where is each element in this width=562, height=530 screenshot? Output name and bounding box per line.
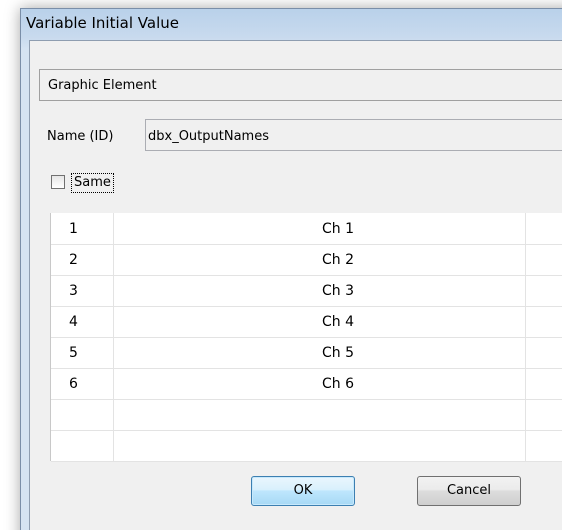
row-value-cell[interactable]: Ch 3: [133, 283, 543, 299]
table-row[interactable]: 2 Ch 2: [51, 244, 562, 276]
table-row[interactable]: 1 Ch 1: [51, 213, 562, 245]
row-index-cell: 5: [69, 345, 78, 361]
row-value-cell[interactable]: Ch 2: [133, 252, 543, 268]
dialog-window: Variable Initial Value Graphic Element N…: [20, 8, 562, 530]
title-bar[interactable]: Variable Initial Value: [21, 9, 562, 39]
values-grid: 1 Ch 1 2 Ch 2 3 Ch 3 4 Ch 4 5 Ch 5 6 Ch 6: [50, 213, 562, 462]
window-title: Variable Initial Value: [26, 14, 179, 32]
name-id-value: dbx_OutputNames: [148, 129, 269, 144]
table-row[interactable]: 5 Ch 5: [51, 337, 562, 369]
same-checkbox[interactable]: [51, 175, 65, 189]
row-value-cell[interactable]: Ch 4: [133, 314, 543, 330]
table-row[interactable]: 6 Ch 6: [51, 368, 562, 400]
group-label: Graphic Element: [48, 78, 157, 93]
row-value-cell[interactable]: Ch 1: [133, 221, 543, 237]
dialog-client-area: Graphic Element Name (ID) dbx_OutputName…: [29, 40, 562, 530]
table-row[interactable]: 3 Ch 3: [51, 275, 562, 307]
screenshot-stage: Variable Initial Value Graphic Element N…: [0, 0, 562, 530]
row-value-cell[interactable]: Ch 5: [133, 345, 543, 361]
row-value-cell[interactable]: Ch 6: [133, 376, 543, 392]
same-checkbox-control[interactable]: Same: [51, 172, 135, 194]
ok-button[interactable]: OK: [251, 476, 355, 506]
row-index-cell: 2: [69, 252, 78, 268]
table-row[interactable]: [51, 430, 562, 462]
table-row[interactable]: 4 Ch 4: [51, 306, 562, 338]
name-id-label: Name (ID): [47, 129, 114, 144]
same-checkbox-label[interactable]: Same: [71, 173, 114, 193]
row-index-cell: 1: [69, 221, 78, 237]
cancel-button[interactable]: Cancel: [417, 476, 521, 506]
row-index-cell: 4: [69, 314, 78, 330]
name-id-field: dbx_OutputNames: [145, 119, 562, 151]
row-index-cell: 3: [69, 283, 78, 299]
row-index-cell: 6: [69, 376, 78, 392]
group-header: Graphic Element: [39, 69, 562, 101]
table-row[interactable]: [51, 399, 562, 431]
